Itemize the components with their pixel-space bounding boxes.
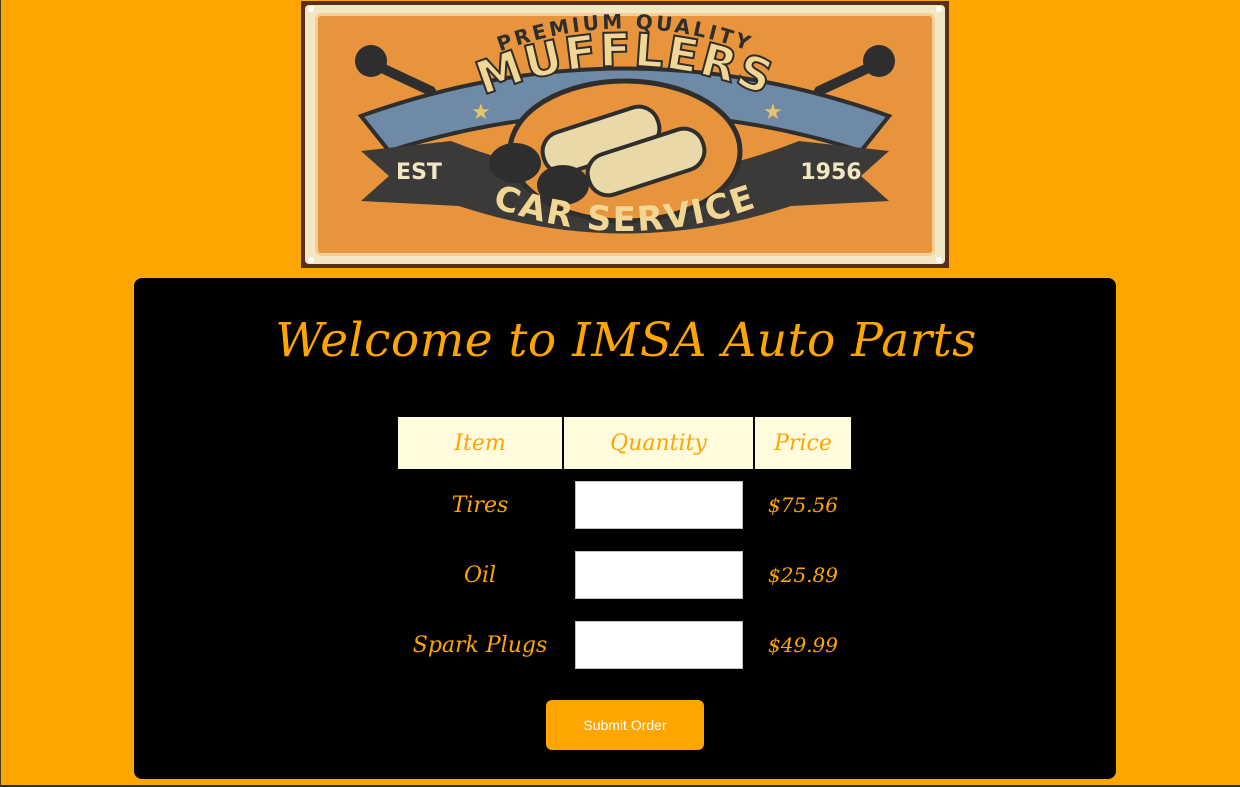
header-item: Item	[398, 417, 562, 469]
logo-graphic: ★ ★ PREMIUM QUALITY MUFFLERS EST 1956 CA…	[301, 1, 949, 268]
logo-est-label: EST	[396, 160, 442, 185]
tires-quantity-input[interactable]	[574, 481, 743, 529]
star-icon: ★	[763, 100, 783, 125]
table-row: Tires $75.56	[398, 471, 851, 539]
quantity-cell	[564, 471, 753, 539]
item-name: Spark Plugs	[412, 632, 548, 658]
page-title: Welcome to IMSA Auto Parts	[275, 313, 977, 368]
logo-year: 1956	[800, 160, 861, 185]
item-price: $75.56	[768, 493, 838, 517]
quantity-cell	[564, 541, 753, 609]
submit-order-button[interactable]: Submit Order	[546, 700, 704, 750]
table-row: Oil $25.89	[398, 541, 851, 609]
item-price: $49.99	[768, 633, 838, 657]
order-table: Item Quantity Price Tires $75.56 Oil $25…	[396, 415, 853, 681]
header-quantity: Quantity	[564, 417, 753, 469]
table-row: Spark Plugs $49.99	[398, 611, 851, 679]
spark-plugs-quantity-input[interactable]	[574, 621, 743, 669]
item-name: Tires	[451, 492, 509, 518]
table-header-row: Item Quantity Price	[398, 417, 851, 469]
item-name: Oil	[463, 562, 497, 588]
oil-quantity-input[interactable]	[574, 551, 743, 599]
header-price: Price	[755, 417, 851, 469]
logo-sign: ★ ★ PREMIUM QUALITY MUFFLERS EST 1956 CA…	[301, 1, 949, 268]
quantity-cell	[564, 611, 753, 679]
item-price: $25.89	[768, 563, 838, 587]
